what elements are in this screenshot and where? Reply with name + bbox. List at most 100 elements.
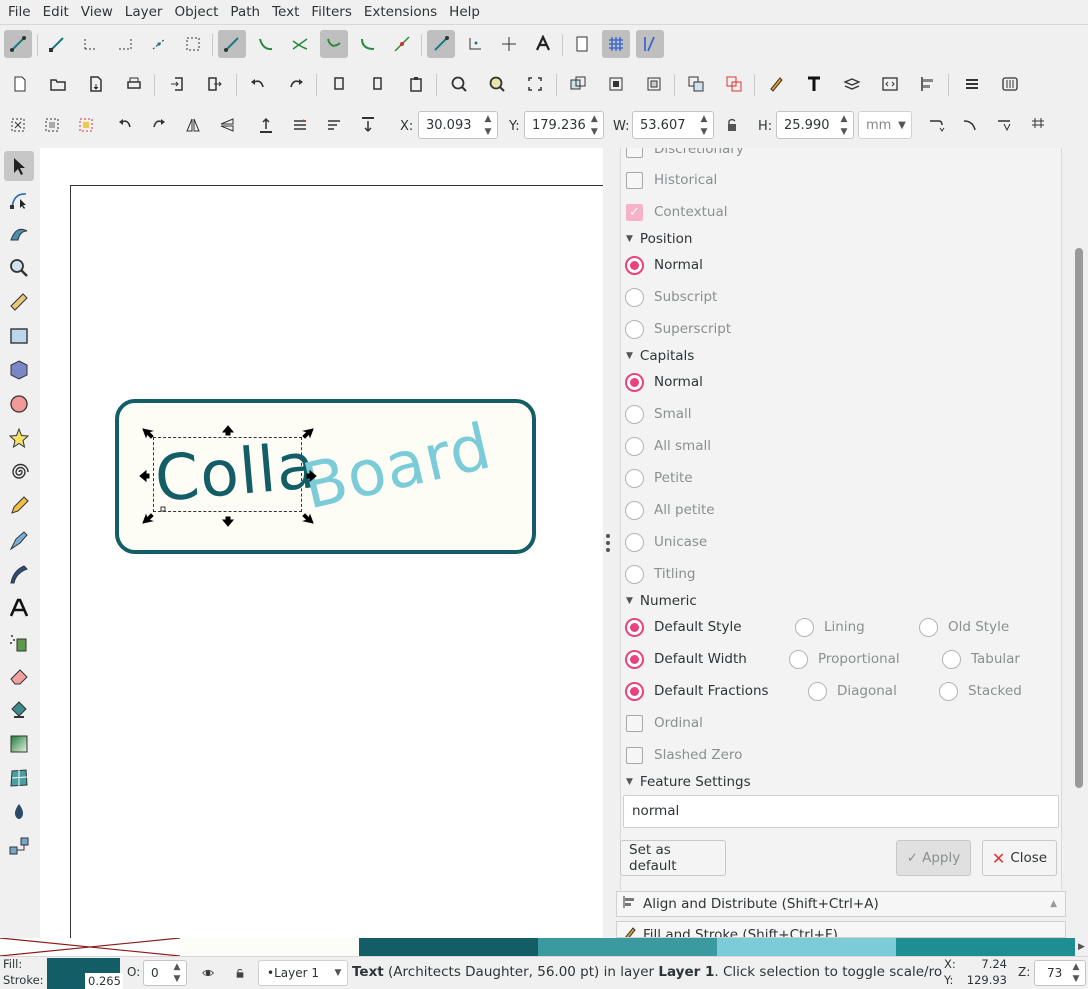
- menu-file[interactable]: File: [2, 0, 37, 25]
- raise-to-top-icon[interactable]: [252, 111, 280, 139]
- node-tool-icon[interactable]: [4, 185, 34, 215]
- drawing-canvas[interactable]: Colla Board: [40, 148, 603, 938]
- ellipse-tool-icon[interactable]: [4, 389, 34, 419]
- cut-icon[interactable]: [364, 70, 392, 98]
- palette-scroll-icon[interactable]: ▶: [1075, 938, 1088, 956]
- ordinal-row[interactable]: Ordinal: [615, 707, 703, 739]
- print-icon[interactable]: [120, 70, 148, 98]
- radio-selected[interactable]: [625, 681, 644, 701]
- swatch-cream[interactable]: [180, 938, 359, 956]
- snap-cusp-icon[interactable]: [320, 30, 348, 58]
- menu-help[interactable]: Help: [443, 0, 486, 25]
- snap-path-icon[interactable]: [252, 30, 280, 58]
- fill-stroke-icon[interactable]: [762, 70, 790, 98]
- capitals-small[interactable]: Small: [625, 398, 692, 430]
- radio[interactable]: [625, 287, 644, 307]
- collapse-icon[interactable]: ▲: [1050, 899, 1057, 909]
- radio[interactable]: [795, 617, 814, 637]
- capitals-all-petite[interactable]: All petite: [625, 494, 715, 526]
- set-as-default-button[interactable]: Set as default: [620, 840, 726, 876]
- opacity-stepper[interactable]: ▲ ▼: [168, 961, 186, 985]
- y-stepper[interactable]: ▲ ▼: [586, 112, 603, 138]
- snap-text-baseline-icon[interactable]: [529, 30, 557, 58]
- transform-patterns-icon[interactable]: [1024, 111, 1052, 139]
- numeric-default-style[interactable]: Default Style: [625, 611, 742, 643]
- snap-bbox-midpoint-icon[interactable]: [145, 30, 173, 58]
- flip-horizontal-icon[interactable]: [179, 111, 207, 139]
- paint-bucket-tool-icon[interactable]: [4, 695, 34, 725]
- radio[interactable]: [625, 500, 644, 520]
- numeric-diagonal[interactable]: Diagonal: [808, 675, 897, 707]
- export-icon[interactable]: [200, 70, 228, 98]
- save-icon[interactable]: [82, 70, 110, 98]
- pen-tool-icon[interactable]: [4, 525, 34, 555]
- swatch-mid-teal[interactable]: [896, 938, 1075, 956]
- undo-icon[interactable]: [244, 70, 272, 98]
- y-field[interactable]: 179.236 ▲ ▼: [524, 111, 604, 139]
- snap-grid-icon[interactable]: [602, 30, 630, 58]
- toggle-lock-icon[interactable]: [228, 959, 252, 987]
- hamburger-menu-icon[interactable]: [958, 70, 986, 98]
- pencil-tool-icon[interactable]: [4, 491, 34, 521]
- deselect-icon[interactable]: [72, 111, 100, 139]
- ungroup-icon[interactable]: [720, 70, 748, 98]
- rotate-cw-icon[interactable]: [145, 111, 173, 139]
- radio[interactable]: [789, 649, 808, 669]
- swatch-dark-teal[interactable]: [359, 938, 538, 956]
- w-field[interactable]: 53.607 ▲ ▼: [632, 111, 714, 139]
- zoom-stepper[interactable]: ▲ ▼: [1067, 961, 1085, 985]
- star-tool-icon[interactable]: [4, 423, 34, 453]
- w-stepper[interactable]: ▲ ▼: [695, 112, 713, 138]
- gradient-tool-icon[interactable]: [4, 729, 34, 759]
- toggle-visibility-icon[interactable]: [196, 959, 220, 987]
- zoom-page-icon[interactable]: [521, 70, 549, 98]
- select-all-icon[interactable]: [4, 111, 32, 139]
- close-button[interactable]: ✕ Close: [982, 840, 1057, 876]
- 3d-box-tool-icon[interactable]: [4, 355, 34, 385]
- ordinal-checkbox[interactable]: [626, 714, 643, 732]
- capitals-normal[interactable]: Normal: [625, 366, 703, 398]
- contextual-checkbox[interactable]: ✓: [626, 203, 643, 221]
- swatch-light-teal[interactable]: [717, 938, 896, 956]
- radio[interactable]: [625, 404, 644, 424]
- snap-smooth-icon[interactable]: [354, 30, 382, 58]
- radio-selected[interactable]: [625, 617, 644, 637]
- numeric-lining[interactable]: Lining: [795, 611, 865, 643]
- numeric-stacked[interactable]: Stacked: [939, 675, 1022, 707]
- historical-row[interactable]: Historical: [615, 164, 717, 196]
- snap-bbox-center-icon[interactable]: [179, 30, 207, 58]
- unit-select[interactable]: mm ▼: [858, 111, 912, 139]
- duplicate-icon[interactable]: [564, 70, 592, 98]
- snap-guide-icon[interactable]: [636, 30, 664, 58]
- numeric-default-fractions[interactable]: Default Fractions: [625, 675, 769, 707]
- radio[interactable]: [942, 649, 961, 669]
- measure-tool-icon[interactable]: [4, 287, 34, 317]
- feature-settings-header[interactable]: ▼ Feature Settings: [615, 770, 751, 794]
- snap-bbox-corner-icon[interactable]: [111, 30, 139, 58]
- rectangle-tool-icon[interactable]: [4, 321, 34, 351]
- select-all-layers-icon[interactable]: [38, 111, 66, 139]
- radio-selected[interactable]: [625, 372, 644, 392]
- zoom-field[interactable]: 73 ▲ ▼: [1034, 960, 1086, 986]
- fill-stroke-dock-tab[interactable]: Fill and Stroke (Shift+Ctrl+F): [616, 921, 1066, 938]
- swatch-none[interactable]: [0, 938, 180, 956]
- snap-nodes-icon[interactable]: [218, 30, 246, 58]
- menu-layer[interactable]: Layer: [119, 0, 169, 25]
- radio[interactable]: [919, 617, 938, 637]
- numeric-proportional[interactable]: Proportional: [789, 643, 900, 675]
- snap-line-midpoint-icon[interactable]: [388, 30, 416, 58]
- slashed-zero-row[interactable]: Slashed Zero: [615, 739, 742, 771]
- snap-object-center-icon[interactable]: [461, 30, 489, 58]
- lower-icon[interactable]: [320, 111, 348, 139]
- h-field[interactable]: 25.990 ▲ ▼: [776, 111, 854, 139]
- copy-icon[interactable]: [326, 70, 354, 98]
- clone-icon[interactable]: [602, 70, 630, 98]
- feature-settings-input[interactable]: normal: [623, 795, 1059, 828]
- menu-path[interactable]: Path: [224, 0, 266, 25]
- flip-vertical-icon[interactable]: [213, 111, 241, 139]
- menu-view[interactable]: View: [75, 0, 119, 25]
- historical-checkbox[interactable]: [626, 171, 643, 189]
- align-distribute-dock-tab[interactable]: Align and Distribute (Shift+Ctrl+A) ▲: [616, 891, 1066, 917]
- align-distribute-icon[interactable]: [914, 70, 942, 98]
- menu-object[interactable]: Object: [168, 0, 224, 25]
